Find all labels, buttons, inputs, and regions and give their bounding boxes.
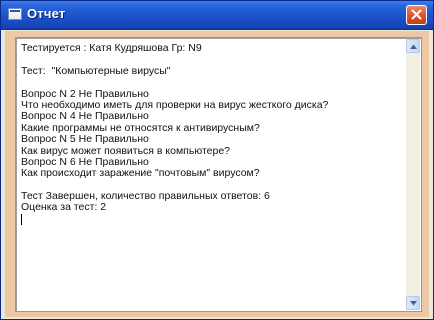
report-line: Тестируется : Катя Кудряшова Гр: N9 (21, 42, 202, 54)
window-client-area: Тестируется : Катя Кудряшова Гр: N9 Тест… (5, 31, 429, 317)
report-line: Тест: "Компьютерные вирусы" (21, 64, 171, 77)
title-bar[interactable]: Отчет (1, 1, 433, 30)
report-text: Тестируется : Катя Кудряшова Гр: N9 Тест… (21, 42, 406, 306)
close-icon (411, 9, 422, 20)
report-line: Вопрос N 5 Не Правильно (21, 133, 149, 146)
vertical-scrollbar[interactable] (406, 39, 420, 310)
report-line: Оценка за тест: 2 (21, 201, 107, 214)
scroll-down-button[interactable] (406, 296, 420, 310)
report-line: Как происходит заражение "почтовым" виру… (21, 167, 260, 180)
window-app-icon (8, 8, 22, 20)
scroll-up-arrow-icon (410, 44, 417, 49)
report-window: Отчет Тестируется : Катя Кудряшова Гр: N… (0, 0, 434, 320)
scroll-down-arrow-icon (410, 301, 417, 306)
window-title: Отчет (27, 6, 66, 21)
scroll-up-button[interactable] (406, 39, 420, 53)
text-caret (21, 213, 22, 225)
report-textarea[interactable]: Тестируется : Катя Кудряшова Гр: N9 Тест… (15, 37, 422, 312)
report-line (21, 77, 406, 88)
close-button[interactable] (406, 5, 427, 25)
